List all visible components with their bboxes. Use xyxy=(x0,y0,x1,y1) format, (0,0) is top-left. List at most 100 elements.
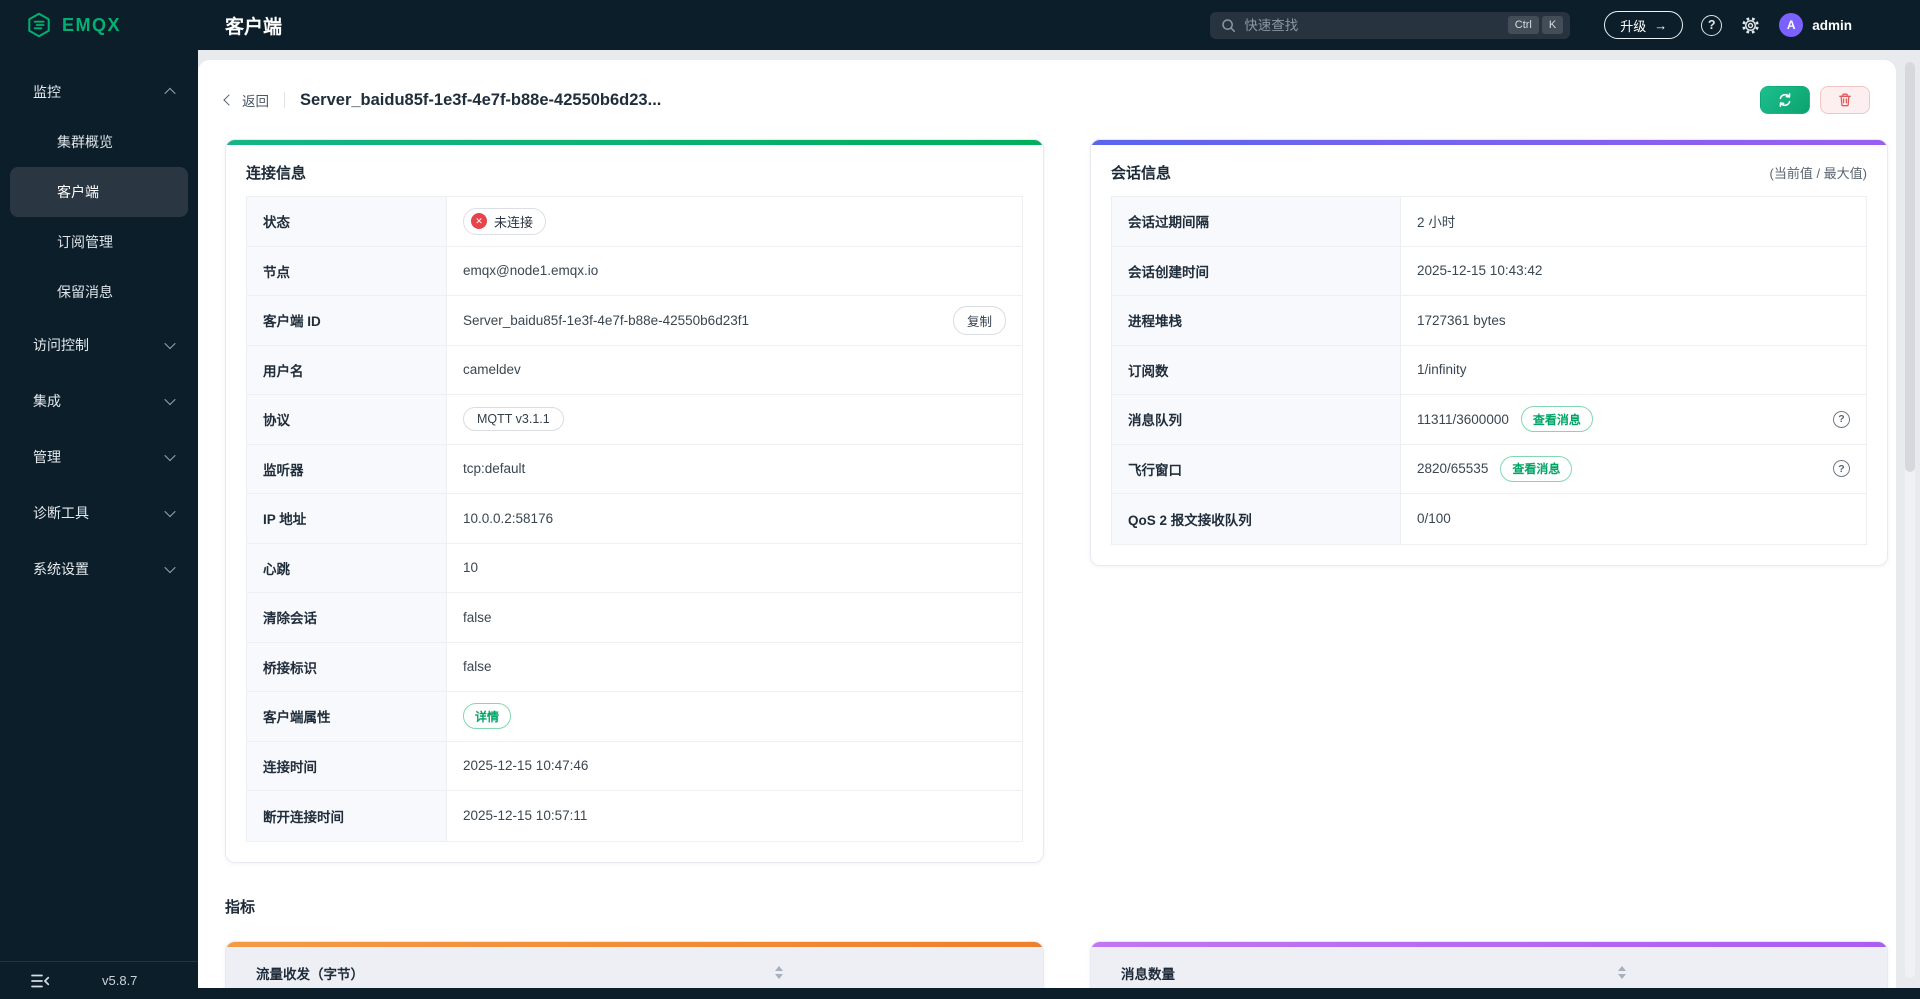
row-label: 节点 xyxy=(247,246,447,295)
sidebar-group-label: 诊断工具 xyxy=(33,505,89,521)
row-label: IP 地址 xyxy=(247,494,447,543)
row-label: 桥接标识 xyxy=(247,642,447,691)
row-client-id: 客户端 ID Server_baidu85f-1e3f-4e7f-b88e-42… xyxy=(247,296,1022,346)
top-bar: EMQX 客户端 Ctrl K 升级 → ? xyxy=(0,0,1920,50)
sidebar-group-management[interactable]: 管理 xyxy=(0,429,198,485)
connection-info-card: 连接信息 状态 ✕ 未连接 节点 emqx@node1.emqx.io 客户端 … xyxy=(225,139,1044,863)
sidebar-group-monitoring[interactable]: 监控 xyxy=(0,67,198,117)
row-session-created: 会话创建时间 2025-12-15 10:43:42 xyxy=(1112,246,1866,296)
row-value: tcp:default xyxy=(463,461,526,477)
metrics-charts-row: 流量收发（字节） 消息数量 xyxy=(198,917,1896,988)
help-button[interactable]: ? xyxy=(1701,14,1723,36)
sort-carets-icon[interactable] xyxy=(1618,966,1626,979)
sidebar-group-access-control[interactable]: 访问控制 xyxy=(0,317,198,373)
chevron-left-icon xyxy=(223,94,235,106)
chart-header: 流量收发（字节） xyxy=(226,946,1043,988)
disconnected-x-icon: ✕ xyxy=(471,213,487,230)
sidebar-item-retained-messages[interactable]: 保留消息 xyxy=(10,267,188,317)
messages-chart-card: 消息数量 xyxy=(1090,940,1888,988)
sidebar-group-label: 集成 xyxy=(33,393,61,409)
sidebar-item-label: 保留消息 xyxy=(57,284,113,300)
row-value: 2025-12-15 10:57:11 xyxy=(463,808,588,824)
client-id-title: Server_baidu85f-1e3f-4e7f-b88e-42550b6d2… xyxy=(300,90,662,109)
sidebar-item-label: 订阅管理 xyxy=(57,234,113,250)
row-label: 协议 xyxy=(247,395,447,444)
help-icon: ? xyxy=(1701,14,1723,36)
sidebar-group-label: 访问控制 xyxy=(33,337,89,353)
chevron-up-icon xyxy=(164,87,176,100)
chart-title: 流量收发（字节） xyxy=(256,966,364,982)
sidebar-group-integrations[interactable]: 集成 xyxy=(0,373,198,429)
settings-button[interactable] xyxy=(1740,15,1761,36)
arrow-right-icon: → xyxy=(1654,17,1668,33)
row-connected-at: 连接时间 2025-12-15 10:47:46 xyxy=(247,741,1022,791)
chevron-down-icon xyxy=(164,449,176,462)
row-subscriptions: 订阅数 1/infinity xyxy=(1112,345,1866,395)
help-circle-icon[interactable]: ? xyxy=(1833,460,1850,478)
view-messages-button[interactable]: 查看消息 xyxy=(1520,406,1593,433)
status-text: 未连接 xyxy=(494,214,534,230)
row-value: 2025-12-15 10:43:42 xyxy=(1417,263,1543,279)
row-value: 1/infinity xyxy=(1417,362,1467,378)
search-shortcut: Ctrl K xyxy=(1507,15,1564,35)
sidebar-item-label: 客户端 xyxy=(57,184,99,200)
row-label: 会话创建时间 xyxy=(1112,246,1401,295)
row-value: 11311/3600000 xyxy=(1417,411,1509,427)
row-value: 2025-12-15 10:47:46 xyxy=(463,758,589,774)
delete-button[interactable] xyxy=(1820,86,1870,114)
username[interactable]: admin xyxy=(1812,18,1852,33)
copy-button[interactable]: 复制 xyxy=(952,305,1006,335)
brand-logo[interactable]: EMQX xyxy=(0,12,198,38)
status-badge: ✕ 未连接 xyxy=(463,207,547,235)
row-label: 客户端属性 xyxy=(247,692,447,741)
refresh-button[interactable] xyxy=(1760,86,1810,114)
row-label: 飞行窗口 xyxy=(1112,444,1401,493)
scrollbar-thumb[interactable] xyxy=(1905,62,1915,472)
brand-name: EMQX xyxy=(62,14,122,35)
kbd-ctrl: Ctrl xyxy=(1507,15,1539,35)
refresh-icon xyxy=(1779,93,1791,107)
row-disconnected-at: 断开连接时间 2025-12-15 10:57:11 xyxy=(247,791,1022,841)
row-ip-address: IP 地址 10.0.0.2:58176 xyxy=(247,494,1022,544)
row-value: 2 小时 xyxy=(1417,215,1456,231)
sidebar-nav: 监控 集群概览 客户端 订阅管理 保留消息 访问控制 集成 管理 诊断工具 系统… xyxy=(0,50,198,961)
sidebar: 监控 集群概览 客户端 订阅管理 保留消息 访问控制 集成 管理 诊断工具 系统… xyxy=(0,50,198,999)
sort-carets-icon[interactable] xyxy=(775,966,783,979)
avatar[interactable]: A xyxy=(1779,13,1804,37)
search-input[interactable] xyxy=(1244,17,1500,33)
search-icon xyxy=(1222,18,1236,32)
sidebar-item-subscriptions[interactable]: 订阅管理 xyxy=(10,217,188,267)
content-panel: 返回 Server_baidu85f-1e3f-4e7f-b88e-42550b… xyxy=(198,60,1896,988)
sidebar-group-label: 系统设置 xyxy=(33,561,89,577)
kbd-k: K xyxy=(1541,15,1564,35)
chevron-down-icon xyxy=(164,393,176,406)
row-value: cameldev xyxy=(463,362,521,378)
row-protocol: 协议 MQTT v3.1.1 xyxy=(247,395,1022,445)
row-status: 状态 ✕ 未连接 xyxy=(247,197,1022,247)
chevron-down-icon xyxy=(164,337,176,350)
row-client-attributes: 客户端属性 详情 xyxy=(247,692,1022,742)
gear-icon xyxy=(1742,16,1760,34)
row-value: 0/100 xyxy=(1417,511,1451,527)
view-messages-button[interactable]: 查看消息 xyxy=(1500,455,1573,482)
metrics-heading: 指标 xyxy=(225,898,256,916)
search-box[interactable]: Ctrl K xyxy=(1210,11,1571,39)
details-button[interactable]: 详情 xyxy=(463,703,512,730)
upgrade-button[interactable]: 升级 → xyxy=(1604,11,1684,39)
sidebar-group-diagnostics[interactable]: 诊断工具 xyxy=(0,485,198,541)
page-title: 客户端 xyxy=(225,16,283,38)
row-label: 消息队列 xyxy=(1112,395,1401,444)
sidebar-item-clients[interactable]: 客户端 xyxy=(10,167,188,217)
divider xyxy=(284,92,285,108)
sidebar-item-cluster-overview[interactable]: 集群概览 xyxy=(10,117,188,167)
help-circle-icon[interactable]: ? xyxy=(1833,410,1850,428)
row-clean-session: 清除会话 false xyxy=(247,593,1022,643)
back-label: 返回 xyxy=(242,94,269,109)
page-toolbar: 返回 Server_baidu85f-1e3f-4e7f-b88e-42550b… xyxy=(198,60,1896,114)
sidebar-group-system-settings[interactable]: 系统设置 xyxy=(0,541,198,597)
chevron-down-icon xyxy=(164,505,176,518)
back-button[interactable]: 返回 xyxy=(223,90,269,110)
collapse-sidebar-icon[interactable] xyxy=(30,973,50,989)
row-value: 1727361 bytes xyxy=(1417,312,1506,328)
app-root: EMQX 客户端 Ctrl K 升级 → ? xyxy=(0,0,1920,999)
